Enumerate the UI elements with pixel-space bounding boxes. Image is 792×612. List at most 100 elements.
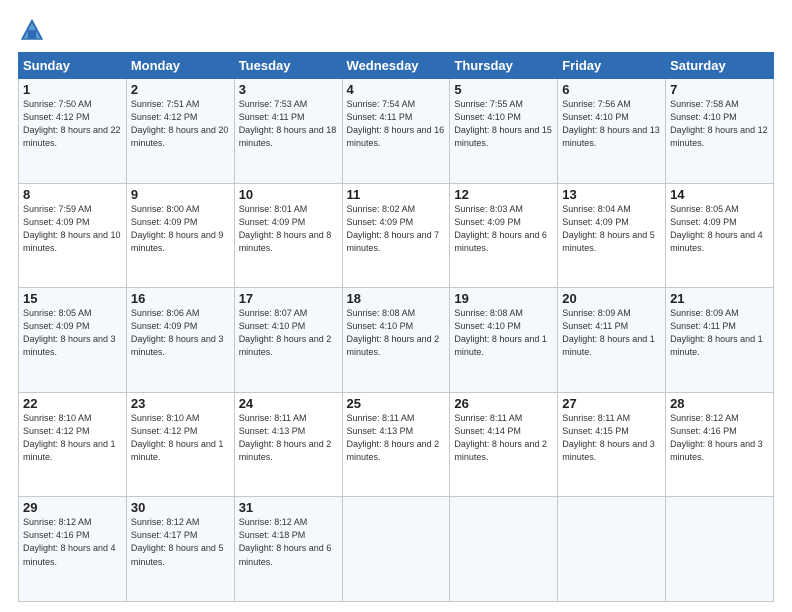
day-number: 28	[670, 396, 769, 411]
day-number: 1	[23, 82, 122, 97]
day-number: 10	[239, 187, 338, 202]
day-cell: 1Sunrise: 7:50 AMSunset: 4:12 PMDaylight…	[19, 79, 127, 184]
day-cell: 23Sunrise: 8:10 AMSunset: 4:12 PMDayligh…	[126, 392, 234, 497]
empty-cell	[342, 497, 450, 602]
day-cell: 25Sunrise: 8:11 AMSunset: 4:13 PMDayligh…	[342, 392, 450, 497]
logo	[18, 16, 48, 44]
day-number: 31	[239, 500, 338, 515]
calendar-table: SundayMondayTuesdayWednesdayThursdayFrid…	[18, 52, 774, 602]
day-cell: 29Sunrise: 8:12 AMSunset: 4:16 PMDayligh…	[19, 497, 127, 602]
day-cell: 28Sunrise: 8:12 AMSunset: 4:16 PMDayligh…	[666, 392, 774, 497]
day-info: Sunrise: 8:12 AMSunset: 4:16 PMDaylight:…	[670, 412, 769, 464]
weekday-header-saturday: Saturday	[666, 53, 774, 79]
day-info: Sunrise: 8:00 AMSunset: 4:09 PMDaylight:…	[131, 203, 230, 255]
day-number: 18	[347, 291, 446, 306]
calendar-week-row: 29Sunrise: 8:12 AMSunset: 4:16 PMDayligh…	[19, 497, 774, 602]
weekday-header-sunday: Sunday	[19, 53, 127, 79]
day-info: Sunrise: 7:50 AMSunset: 4:12 PMDaylight:…	[23, 98, 122, 150]
day-number: 2	[131, 82, 230, 97]
empty-cell	[666, 497, 774, 602]
day-info: Sunrise: 8:10 AMSunset: 4:12 PMDaylight:…	[23, 412, 122, 464]
day-number: 29	[23, 500, 122, 515]
day-info: Sunrise: 8:12 AMSunset: 4:18 PMDaylight:…	[239, 516, 338, 568]
day-info: Sunrise: 7:54 AMSunset: 4:11 PMDaylight:…	[347, 98, 446, 150]
day-info: Sunrise: 7:59 AMSunset: 4:09 PMDaylight:…	[23, 203, 122, 255]
day-cell: 11Sunrise: 8:02 AMSunset: 4:09 PMDayligh…	[342, 183, 450, 288]
day-cell: 19Sunrise: 8:08 AMSunset: 4:10 PMDayligh…	[450, 288, 558, 393]
day-number: 12	[454, 187, 553, 202]
day-info: Sunrise: 8:05 AMSunset: 4:09 PMDaylight:…	[670, 203, 769, 255]
day-number: 21	[670, 291, 769, 306]
day-info: Sunrise: 8:09 AMSunset: 4:11 PMDaylight:…	[562, 307, 661, 359]
day-number: 11	[347, 187, 446, 202]
day-info: Sunrise: 7:55 AMSunset: 4:10 PMDaylight:…	[454, 98, 553, 150]
day-info: Sunrise: 8:06 AMSunset: 4:09 PMDaylight:…	[131, 307, 230, 359]
day-cell: 13Sunrise: 8:04 AMSunset: 4:09 PMDayligh…	[558, 183, 666, 288]
day-number: 7	[670, 82, 769, 97]
day-info: Sunrise: 7:51 AMSunset: 4:12 PMDaylight:…	[131, 98, 230, 150]
day-cell: 30Sunrise: 8:12 AMSunset: 4:17 PMDayligh…	[126, 497, 234, 602]
day-cell: 9Sunrise: 8:00 AMSunset: 4:09 PMDaylight…	[126, 183, 234, 288]
day-number: 4	[347, 82, 446, 97]
day-cell: 26Sunrise: 8:11 AMSunset: 4:14 PMDayligh…	[450, 392, 558, 497]
day-number: 20	[562, 291, 661, 306]
weekday-header-friday: Friday	[558, 53, 666, 79]
day-cell: 17Sunrise: 8:07 AMSunset: 4:10 PMDayligh…	[234, 288, 342, 393]
day-cell: 5Sunrise: 7:55 AMSunset: 4:10 PMDaylight…	[450, 79, 558, 184]
day-info: Sunrise: 8:10 AMSunset: 4:12 PMDaylight:…	[131, 412, 230, 464]
day-number: 5	[454, 82, 553, 97]
day-info: Sunrise: 8:11 AMSunset: 4:13 PMDaylight:…	[347, 412, 446, 464]
logo-icon	[18, 16, 46, 44]
day-number: 9	[131, 187, 230, 202]
day-number: 23	[131, 396, 230, 411]
day-info: Sunrise: 8:05 AMSunset: 4:09 PMDaylight:…	[23, 307, 122, 359]
day-cell: 12Sunrise: 8:03 AMSunset: 4:09 PMDayligh…	[450, 183, 558, 288]
day-cell: 7Sunrise: 7:58 AMSunset: 4:10 PMDaylight…	[666, 79, 774, 184]
day-info: Sunrise: 8:02 AMSunset: 4:09 PMDaylight:…	[347, 203, 446, 255]
weekday-header-monday: Monday	[126, 53, 234, 79]
day-number: 16	[131, 291, 230, 306]
day-info: Sunrise: 8:07 AMSunset: 4:10 PMDaylight:…	[239, 307, 338, 359]
day-number: 14	[670, 187, 769, 202]
weekday-header-thursday: Thursday	[450, 53, 558, 79]
day-number: 8	[23, 187, 122, 202]
day-cell: 6Sunrise: 7:56 AMSunset: 4:10 PMDaylight…	[558, 79, 666, 184]
day-info: Sunrise: 7:58 AMSunset: 4:10 PMDaylight:…	[670, 98, 769, 150]
day-number: 27	[562, 396, 661, 411]
day-cell: 10Sunrise: 8:01 AMSunset: 4:09 PMDayligh…	[234, 183, 342, 288]
day-number: 24	[239, 396, 338, 411]
day-cell: 22Sunrise: 8:10 AMSunset: 4:12 PMDayligh…	[19, 392, 127, 497]
day-cell: 15Sunrise: 8:05 AMSunset: 4:09 PMDayligh…	[19, 288, 127, 393]
weekday-header-row: SundayMondayTuesdayWednesdayThursdayFrid…	[19, 53, 774, 79]
weekday-header-tuesday: Tuesday	[234, 53, 342, 79]
day-info: Sunrise: 7:56 AMSunset: 4:10 PMDaylight:…	[562, 98, 661, 150]
day-number: 13	[562, 187, 661, 202]
empty-cell	[450, 497, 558, 602]
day-info: Sunrise: 8:01 AMSunset: 4:09 PMDaylight:…	[239, 203, 338, 255]
day-cell: 27Sunrise: 8:11 AMSunset: 4:15 PMDayligh…	[558, 392, 666, 497]
day-info: Sunrise: 8:09 AMSunset: 4:11 PMDaylight:…	[670, 307, 769, 359]
day-info: Sunrise: 8:11 AMSunset: 4:13 PMDaylight:…	[239, 412, 338, 464]
day-info: Sunrise: 8:04 AMSunset: 4:09 PMDaylight:…	[562, 203, 661, 255]
day-info: Sunrise: 8:12 AMSunset: 4:16 PMDaylight:…	[23, 516, 122, 568]
day-number: 3	[239, 82, 338, 97]
page: SundayMondayTuesdayWednesdayThursdayFrid…	[0, 0, 792, 612]
day-cell: 16Sunrise: 8:06 AMSunset: 4:09 PMDayligh…	[126, 288, 234, 393]
day-info: Sunrise: 8:08 AMSunset: 4:10 PMDaylight:…	[454, 307, 553, 359]
day-cell: 8Sunrise: 7:59 AMSunset: 4:09 PMDaylight…	[19, 183, 127, 288]
calendar-week-row: 22Sunrise: 8:10 AMSunset: 4:12 PMDayligh…	[19, 392, 774, 497]
day-cell: 18Sunrise: 8:08 AMSunset: 4:10 PMDayligh…	[342, 288, 450, 393]
day-number: 6	[562, 82, 661, 97]
weekday-header-wednesday: Wednesday	[342, 53, 450, 79]
day-info: Sunrise: 8:11 AMSunset: 4:14 PMDaylight:…	[454, 412, 553, 464]
day-cell: 21Sunrise: 8:09 AMSunset: 4:11 PMDayligh…	[666, 288, 774, 393]
calendar-week-row: 1Sunrise: 7:50 AMSunset: 4:12 PMDaylight…	[19, 79, 774, 184]
day-number: 30	[131, 500, 230, 515]
day-info: Sunrise: 8:11 AMSunset: 4:15 PMDaylight:…	[562, 412, 661, 464]
day-cell: 31Sunrise: 8:12 AMSunset: 4:18 PMDayligh…	[234, 497, 342, 602]
day-info: Sunrise: 7:53 AMSunset: 4:11 PMDaylight:…	[239, 98, 338, 150]
day-info: Sunrise: 8:03 AMSunset: 4:09 PMDaylight:…	[454, 203, 553, 255]
day-info: Sunrise: 8:08 AMSunset: 4:10 PMDaylight:…	[347, 307, 446, 359]
day-number: 15	[23, 291, 122, 306]
day-cell: 2Sunrise: 7:51 AMSunset: 4:12 PMDaylight…	[126, 79, 234, 184]
